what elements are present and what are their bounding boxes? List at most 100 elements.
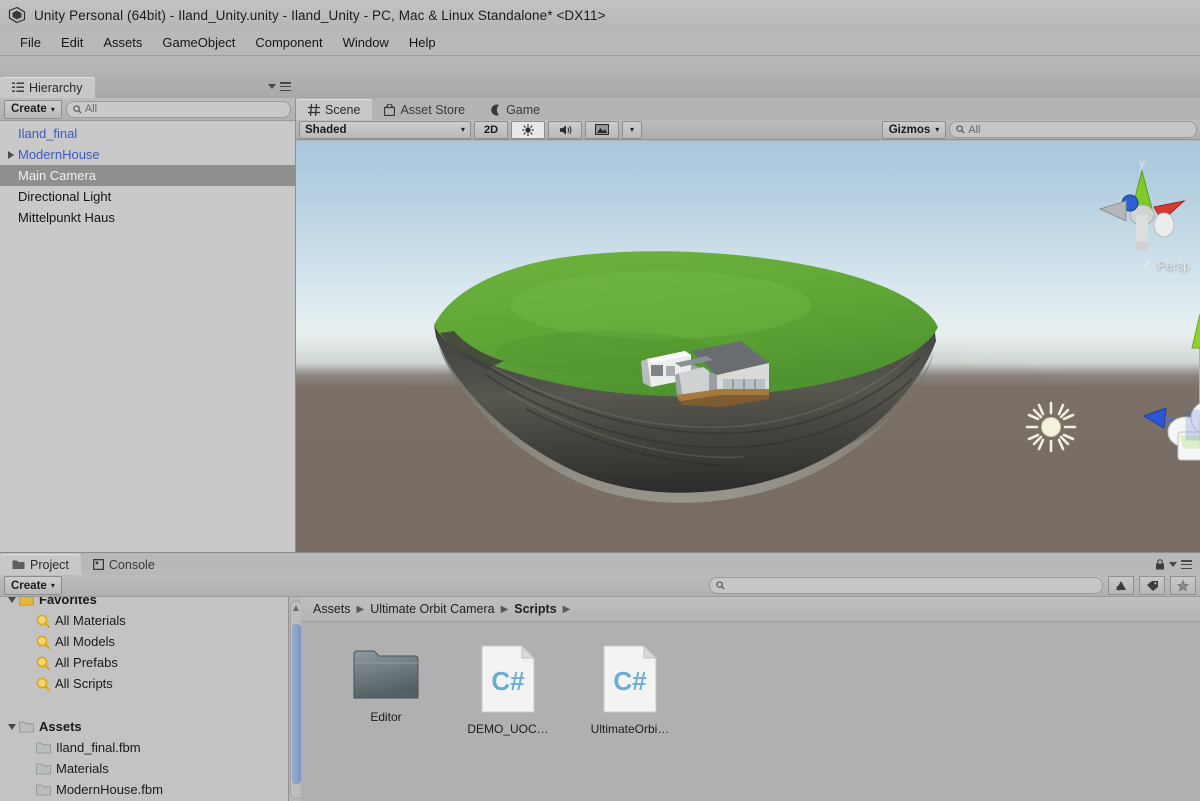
tree-item-all-models[interactable]: All Models — [0, 631, 288, 652]
project-search-input[interactable] — [709, 577, 1103, 594]
asset-item-editor[interactable]: Editor — [343, 644, 429, 736]
tree-item-all-prefabs[interactable]: All Prefabs — [0, 652, 288, 673]
asset-item-ultimateorbit[interactable]: C# UltimateOrbi… — [587, 644, 673, 736]
tree-item-all-materials[interactable]: All Materials — [0, 610, 288, 631]
projection-mode-label[interactable]: Persp — [1141, 259, 1190, 273]
tree-item-modernhouse-fbm[interactable]: ModernHouse.fbm — [0, 779, 288, 800]
hierarchy-toolbar: Create ▾ All — [0, 98, 295, 121]
hierarchy-item-mittelpunkt-haus[interactable]: Mittelpunkt Haus — [0, 207, 295, 228]
expand-arrow-icon[interactable] — [8, 151, 14, 159]
unity-logo-icon — [8, 6, 26, 24]
asset-grid: Editor C# DEMO_UOC… C# — [301, 622, 1200, 736]
hierarchy-item-modernhouse[interactable]: ModernHouse — [0, 144, 295, 165]
sun-toggle-icon — [522, 124, 534, 136]
hierarchy-list: Iland_final ModernHouse Main Camera Dire… — [0, 121, 295, 577]
hierarchy-icon — [12, 82, 24, 93]
folder-icon — [352, 644, 420, 702]
tree-item-label: Assets — [39, 719, 82, 734]
asset-label: UltimateOrbi… — [591, 722, 670, 736]
tree-item-materials[interactable]: Materials — [0, 758, 288, 779]
effects-dropdown-button[interactable]: ▾ — [622, 121, 642, 139]
tab-asset-store[interactable]: Asset Store — [372, 99, 477, 120]
chevron-down-icon: ▾ — [461, 125, 465, 134]
tab-hierarchy-label: Hierarchy — [29, 81, 83, 95]
tree-spacer — [0, 694, 288, 716]
modern-house-object[interactable] — [633, 329, 773, 419]
tree-item-iland-final-fbm[interactable]: Iland_final.fbm — [0, 737, 288, 758]
scene-search-input[interactable]: All — [949, 121, 1197, 138]
breadcrumb: Assets ▶ Ultimate Orbit Camera ▶ Scripts… — [301, 597, 1200, 622]
gizmos-dropdown-button[interactable]: Gizmos ▾ — [882, 121, 947, 139]
gizmo-y-label: y — [1139, 156, 1145, 170]
breadcrumb-assets[interactable]: Assets — [313, 602, 351, 616]
menu-assets[interactable]: Assets — [93, 33, 152, 52]
collapse-triangle-icon[interactable] — [8, 597, 16, 603]
directional-light-gizmo[interactable] — [1023, 399, 1079, 455]
hierarchy-item-label: Iland_final — [18, 126, 77, 141]
search-icon — [36, 614, 50, 628]
tree-item-favorites[interactable]: Favorites — [0, 597, 288, 610]
tree-item-label: All Prefabs — [55, 655, 118, 670]
main-camera-gizmo[interactable] — [1134, 306, 1200, 466]
asset-type-filter-button[interactable] — [1108, 576, 1134, 595]
tree-item-assets[interactable]: Assets — [0, 716, 288, 737]
search-icon — [36, 635, 50, 649]
search-icon — [716, 581, 725, 590]
speaker-icon — [559, 124, 572, 136]
tab-console[interactable]: Console — [81, 554, 167, 575]
console-icon — [93, 559, 104, 570]
favorite-filter-icon — [1177, 580, 1189, 592]
favorite-filter-button[interactable] — [1170, 576, 1196, 595]
tree-item-label: Materials — [56, 761, 109, 776]
hierarchy-item-iland-final[interactable]: Iland_final — [0, 123, 295, 144]
tree-item-all-scripts[interactable]: All Scripts — [0, 673, 288, 694]
hierarchy-item-label: Main Camera — [18, 168, 96, 183]
tab-game[interactable]: Game — [477, 99, 552, 120]
toggle-lighting-button[interactable] — [511, 121, 545, 139]
hierarchy-search-input[interactable]: All — [66, 101, 291, 118]
hierarchy-item-main-camera[interactable]: Main Camera — [0, 165, 295, 186]
scroll-up-arrow-icon[interactable] — [293, 605, 299, 611]
tab-console-label: Console — [109, 558, 155, 572]
tab-project[interactable]: Project — [0, 554, 81, 575]
unity-editor-window: Unity Personal (64bit) - Iland_Unity.uni… — [0, 0, 1200, 800]
menu-edit[interactable]: Edit — [51, 33, 93, 52]
menu-file[interactable]: File — [10, 33, 51, 52]
draw-mode-dropdown[interactable]: Shaded ▾ — [299, 121, 471, 139]
menu-gameobject[interactable]: GameObject — [152, 33, 245, 52]
label-filter-button[interactable] — [1139, 576, 1165, 595]
svg-text:C#: C# — [613, 666, 647, 696]
toggle-effects-button[interactable] — [585, 121, 619, 139]
tree-item-label: Iland_final.fbm — [56, 740, 141, 755]
asset-item-demo-uoc[interactable]: C# DEMO_UOC… — [465, 644, 551, 736]
tab-hierarchy[interactable]: Hierarchy — [0, 77, 95, 98]
scene-viewport[interactable]: y — [296, 141, 1200, 552]
folder-icon — [36, 742, 51, 754]
menu-component[interactable]: Component — [245, 33, 332, 52]
project-tabstrip: Project Console — [0, 553, 167, 575]
hierarchy-panel-menu[interactable] — [268, 82, 291, 91]
csharp-script-icon: C# — [478, 644, 538, 714]
grid-icon — [308, 104, 320, 116]
window-title: Unity Personal (64bit) - Iland_Unity.uni… — [34, 8, 606, 23]
project-create-button[interactable]: Create ▾ — [4, 576, 62, 595]
breadcrumb-ultimate-orbit-camera[interactable]: Ultimate Orbit Camera — [370, 602, 494, 616]
project-create-label: Create — [11, 580, 47, 592]
folder-icon — [36, 784, 51, 796]
folder-icon — [19, 597, 34, 606]
hierarchy-item-directional-light[interactable]: Directional Light — [0, 186, 295, 207]
tab-scene[interactable]: Scene — [296, 99, 372, 120]
collapse-triangle-icon[interactable] — [8, 724, 16, 730]
toggle-2d-button[interactable]: 2D — [474, 121, 508, 139]
hierarchy-item-label: Directional Light — [18, 189, 111, 204]
menu-help[interactable]: Help — [399, 33, 446, 52]
toggle-audio-button[interactable] — [548, 121, 582, 139]
scrollbar-thumb[interactable] — [292, 624, 301, 784]
project-panel-lock[interactable] — [1155, 559, 1192, 570]
svg-text:C#: C# — [491, 666, 525, 696]
hierarchy-create-button[interactable]: Create ▾ — [4, 100, 62, 119]
breadcrumb-scripts[interactable]: Scripts — [514, 602, 556, 616]
tab-asset-store-label: Asset Store — [400, 103, 465, 117]
search-icon — [36, 656, 50, 670]
menu-window[interactable]: Window — [333, 33, 399, 52]
